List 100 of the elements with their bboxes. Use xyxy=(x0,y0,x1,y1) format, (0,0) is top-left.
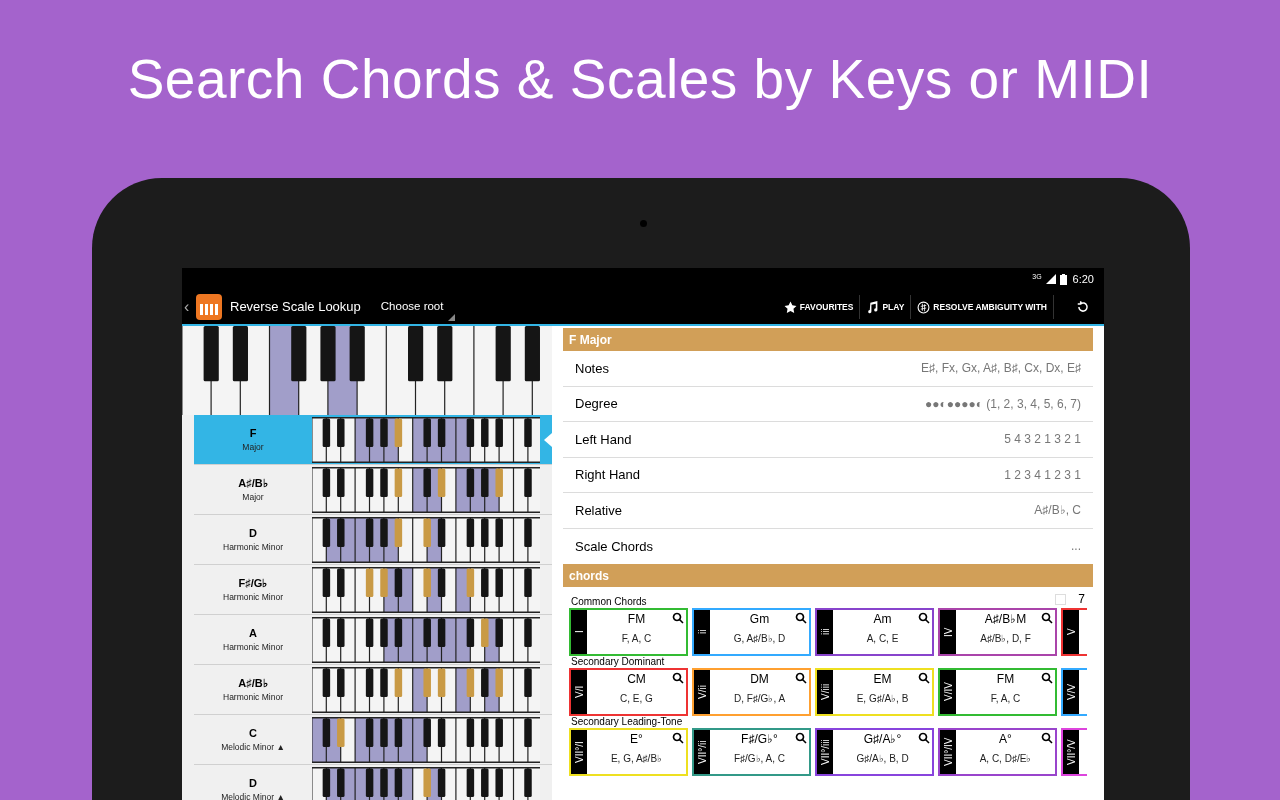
property-label: Degree xyxy=(575,395,618,413)
chord-card[interactable]: V/ii DM D, F♯/G♭, A xyxy=(692,668,811,716)
headline: Search Chords & Scales by Keys or MIDI xyxy=(127,52,1153,112)
search-icon[interactable] xyxy=(918,612,930,624)
search-icon[interactable] xyxy=(795,672,807,684)
roman-numeral-label: V/iii xyxy=(817,670,833,714)
chord-name: A° xyxy=(999,731,1012,748)
chord-notes: G♯/A♭, B, D xyxy=(856,752,909,766)
chord-card[interactable]: I FM F, A, C xyxy=(569,608,688,656)
chord-card[interactable]: VII°/iii G♯/A♭° G♯/A♭, B, D xyxy=(815,728,934,776)
favourites-button[interactable]: FAVOURITES xyxy=(777,289,860,325)
screen-title: Reverse Scale Lookup xyxy=(230,298,361,317)
resolve-button[interactable]: RESOLVE AMBIGUITY WITH xyxy=(911,289,1053,325)
roman-numeral-label: V/I xyxy=(571,670,587,714)
chord-notes: F♯/G♭, A, C xyxy=(733,752,786,766)
play-button[interactable]: PLAY xyxy=(860,289,911,325)
chord-card[interactable]: VII°/V xyxy=(1061,728,1087,776)
chord-card[interactable]: VII°/I E° E, G, A♯/B♭ xyxy=(569,728,688,776)
chord-name: Gm xyxy=(749,611,770,628)
roman-numeral-label: IV xyxy=(940,610,956,654)
roman-numeral-label: VII°/I xyxy=(571,730,587,774)
scale-result-row[interactable]: A♯/B♭ Harmonic Minor xyxy=(194,665,552,715)
battery-icon xyxy=(1059,273,1067,285)
root-note-label: F♯/G♭ xyxy=(238,575,268,591)
scale-result-row[interactable]: C Melodic Minor ▲ xyxy=(194,715,552,765)
section-header: chords xyxy=(563,564,1093,587)
chord-notes: A, C, E xyxy=(866,632,899,646)
search-icon[interactable] xyxy=(672,732,684,744)
scale-type-label: Major xyxy=(242,490,264,504)
search-icon[interactable] xyxy=(672,672,684,684)
search-icon[interactable] xyxy=(918,672,930,684)
search-icon[interactable] xyxy=(1041,612,1053,624)
signal-icon xyxy=(1045,274,1056,284)
roman-numeral-label: ii xyxy=(694,610,710,654)
chord-card[interactable]: V/IV FM F, A, C xyxy=(938,668,1057,716)
chord-card[interactable]: IV A♯/B♭M A♯/B♭, D, F xyxy=(938,608,1057,656)
search-icon[interactable] xyxy=(672,612,684,624)
chord-card[interactable]: V xyxy=(1061,608,1087,656)
search-icon[interactable] xyxy=(795,612,807,624)
chord-name: E° xyxy=(630,731,643,748)
star-icon xyxy=(783,300,797,314)
clock: 6:20 xyxy=(1072,271,1094,287)
scale-type-label: Harmonic Minor xyxy=(223,690,283,704)
chord-notes: A, C, D♯/E♭ xyxy=(979,752,1032,766)
root-note-label: D xyxy=(249,525,257,541)
property-label: Left Hand xyxy=(575,430,632,449)
roman-numeral-label: VII°/iii xyxy=(817,730,833,774)
property-label: Relative xyxy=(575,501,622,520)
search-icon[interactable] xyxy=(1041,732,1053,744)
back-button[interactable]: ‹ xyxy=(184,299,194,315)
music-note-icon xyxy=(866,300,880,314)
chord-card[interactable]: VII°/IV A° A, C, D♯/E♭ xyxy=(938,728,1057,776)
scale-type-label: Harmonic Minor xyxy=(223,640,283,654)
root-note-label: C xyxy=(249,725,257,741)
scale-type-label: Harmonic Minor xyxy=(223,540,283,554)
refresh-icon xyxy=(1076,300,1090,314)
search-icon[interactable] xyxy=(918,732,930,744)
scale-result-row[interactable]: A Harmonic Minor xyxy=(194,615,552,665)
root-note-label: A♯/B♭ xyxy=(238,675,268,691)
group-title: Secondary Leading-Tone xyxy=(571,716,683,728)
roman-numeral-label: V xyxy=(1063,610,1079,654)
roman-numeral-label: iii xyxy=(817,610,833,654)
camera-lens xyxy=(639,220,647,227)
chord-notes: C, E, G xyxy=(620,692,653,706)
chord-card[interactable]: ii Gm G, A♯/B♭, D xyxy=(692,608,811,656)
chord-card[interactable]: V/iii EM E, G♯/A♭, B xyxy=(815,668,934,716)
scale-type-label: Melodic Minor ▲ xyxy=(221,740,285,754)
root-note-label: A xyxy=(249,625,257,641)
scale-result-row[interactable]: F Major xyxy=(194,415,552,465)
root-note-label: A♯/B♭ xyxy=(238,475,268,491)
root-note-label: D xyxy=(249,775,257,791)
roman-numeral-label: V/V xyxy=(1063,670,1079,714)
seventh-checkbox[interactable]: 7 xyxy=(1055,590,1085,608)
property-value: A♯/B♭, C xyxy=(1034,502,1081,520)
group-title: Common Chords xyxy=(571,596,647,608)
chord-card[interactable]: iii Am A, C, E xyxy=(815,608,934,656)
scale-result-row[interactable]: A♯/B♭ Major xyxy=(194,465,552,515)
chord-name: EM xyxy=(873,671,892,688)
chord-card[interactable]: V/V xyxy=(1061,668,1087,716)
chord-notes: E, G♯/A♭, B xyxy=(856,692,909,706)
search-icon[interactable] xyxy=(1041,672,1053,684)
chord-name: G♯/A♭° xyxy=(863,731,902,748)
chord-name: FM xyxy=(627,611,646,628)
scale-type-label: Harmonic Minor xyxy=(223,590,283,604)
chord-notes: A♯/B♭, D, F xyxy=(980,632,1031,646)
chord-card[interactable]: V/I CM C, E, G xyxy=(569,668,688,716)
search-icon[interactable] xyxy=(795,732,807,744)
group-title: Secondary Dominant xyxy=(571,656,665,668)
sharp-sign-icon xyxy=(917,300,931,314)
roman-numeral-label: I xyxy=(571,610,587,654)
scale-result-row[interactable]: F♯/G♭ Harmonic Minor xyxy=(194,565,552,615)
scale-type-label: Major xyxy=(242,440,264,454)
chord-card[interactable]: VII°/ii F♯/G♭° F♯/G♭, A, C xyxy=(692,728,811,776)
scale-result-row[interactable]: D Harmonic Minor xyxy=(194,515,552,565)
chord-name: FM xyxy=(996,671,1015,688)
app-piano-icon[interactable] xyxy=(196,294,222,320)
chord-notes: E, G, A♯/B♭ xyxy=(610,752,663,766)
section-header: F Major xyxy=(563,328,1093,351)
property-label: Right Hand xyxy=(575,466,641,484)
chord-notes: D, F♯/G♭, A xyxy=(733,692,786,706)
